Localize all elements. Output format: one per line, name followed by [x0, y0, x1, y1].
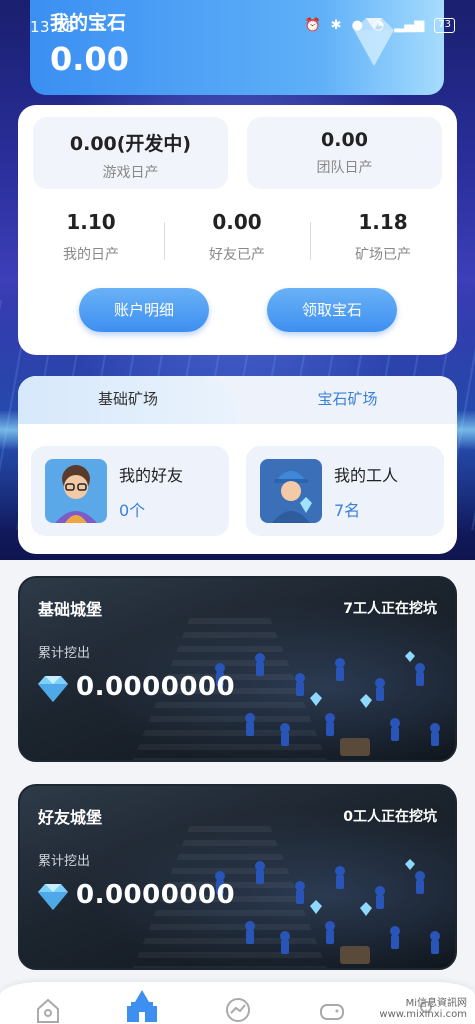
home-icon[interactable] [34, 996, 62, 1024]
my-friends-card[interactable]: 我的好友 0个 [31, 446, 229, 536]
battery-icon: 73 [434, 18, 455, 33]
mine-produced-stat: 1.18 矿场已产 [310, 210, 456, 264]
alarm-icon: ⏰ [304, 18, 321, 33]
signal-icon: ▂▄▆ [394, 18, 425, 33]
wifi-icon: ◔ [372, 18, 385, 33]
basic-castle-name: 基础城堡 [38, 600, 103, 619]
friend-castle-value: 0.0000000 [76, 880, 236, 910]
game-daily-label: 游戏日产 [102, 165, 159, 181]
game-daily-value: 0.00(开发中) [69, 133, 192, 155]
diamond-icon [38, 884, 68, 910]
bottom-nav: Mi信息資訊网 www.mixinxi.com [0, 982, 475, 1024]
location-icon: ● [351, 18, 363, 33]
watermark-line2: www.mixinxi.com [379, 1009, 467, 1020]
mine-tabs: 基础矿场 宝石矿场 [18, 376, 457, 424]
team-daily-label: 团队日产 [316, 160, 373, 176]
mini-stats-row: 1.10 我的日产 0.00 好友已产 1.18 矿场已产 [18, 210, 457, 280]
claim-gems-button[interactable]: 领取宝石 [267, 288, 397, 332]
status-bar: 13:15 ⏰ ✱ ● ◔ ▂▄▆ 73 [0, 0, 475, 50]
mine-produced-value: 1.18 [358, 210, 408, 234]
friend-castle-name: 好友城堡 [38, 808, 103, 827]
basic-castle-acc-label: 累计挖出 [38, 646, 91, 661]
basic-castle-value: 0.0000000 [76, 672, 236, 702]
my-workers-count: 7名 [334, 501, 361, 520]
status-time: 13:15 [30, 18, 76, 36]
status-icons: ⏰ ✱ ● ◔ ▂▄▆ 73 [304, 18, 455, 33]
mine-panel: 基础矿场 宝石矿场 我的好友 0个 我的工人 7名 [18, 376, 457, 554]
account-details-button[interactable]: 账户明细 [79, 288, 209, 332]
game-daily-box: 0.00(开发中) 游戏日产 [33, 117, 228, 189]
watermark-line1: Mi信息資訊网 [405, 998, 467, 1009]
bluetooth-icon: ✱ [330, 18, 342, 33]
game-icon[interactable] [318, 996, 346, 1024]
my-workers-title: 我的工人 [334, 466, 399, 485]
mine-produced-label: 矿场已产 [355, 247, 411, 263]
watermark: Mi信息資訊网 www.mixinxi.com [379, 998, 467, 1020]
friend-castle-workers: 0工人正在挖坑 [343, 809, 437, 825]
friend-produced-stat: 0.00 好友已产 [164, 210, 310, 264]
friend-produced-label: 好友已产 [209, 247, 265, 263]
worker-avatar [260, 459, 322, 523]
friend-avatar [45, 459, 107, 523]
basic-castle-workers: 7工人正在挖坑 [343, 601, 437, 617]
basic-castle-card[interactable]: 基础城堡 7工人正在挖坑 累计挖出 0.0000000 [18, 576, 457, 762]
stats-panel: 0.00(开发中) 游戏日产 0.00 团队日产 1.10 我的日产 0.00 … [18, 105, 457, 355]
my-daily-label: 我的日产 [63, 247, 119, 263]
team-daily-value: 0.00 [321, 129, 368, 151]
tab-basic-mine[interactable]: 基础矿场 [18, 376, 238, 424]
team-daily-box: 0.00 团队日产 [247, 117, 442, 189]
tab-gem-mine[interactable]: 宝石矿场 [238, 376, 457, 424]
my-friends-title: 我的好友 [119, 466, 184, 485]
castle-icon[interactable] [125, 988, 159, 1022]
my-workers-card[interactable]: 我的工人 7名 [246, 446, 444, 536]
friend-produced-value: 0.00 [212, 210, 262, 234]
chart-icon[interactable] [224, 996, 252, 1024]
diamond-icon [38, 676, 68, 702]
my-daily-value: 1.10 [66, 210, 116, 234]
friend-castle-acc-label: 累计挖出 [38, 854, 91, 869]
friend-castle-card[interactable]: 好友城堡 0工人正在挖坑 累计挖出 0.0000000 [18, 784, 457, 970]
my-friends-count: 0个 [119, 501, 146, 520]
my-daily-stat: 1.10 我的日产 [18, 210, 164, 264]
